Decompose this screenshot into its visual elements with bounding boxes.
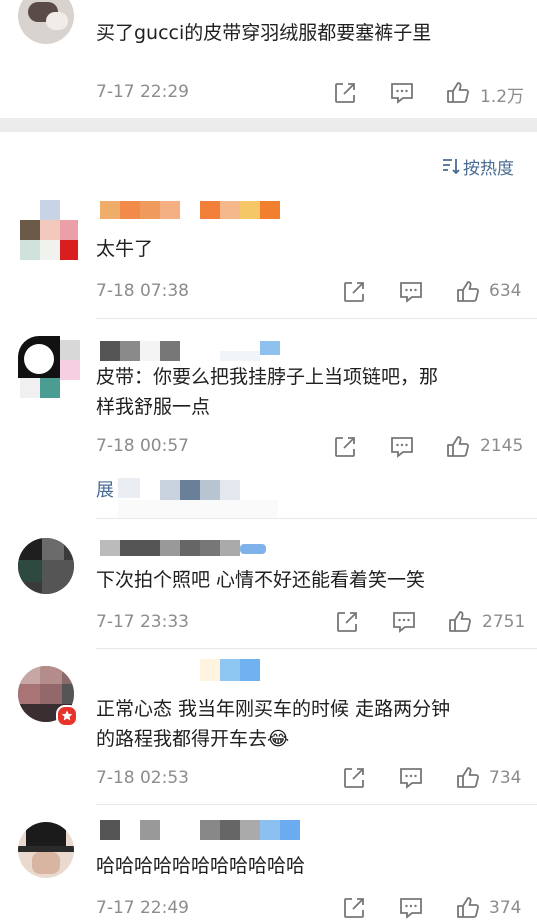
avatar[interactable] — [18, 0, 74, 44]
comment-text-line2: 的路程我都得开车去😂 — [96, 728, 290, 750]
comment-text: 哈哈哈哈哈哈哈哈哈哈哈 — [96, 855, 306, 877]
share-icon[interactable] — [341, 279, 367, 305]
divider — [96, 318, 537, 319]
share-icon[interactable] — [334, 609, 360, 635]
like-count: 374 — [489, 898, 522, 918]
share-icon[interactable] — [341, 895, 367, 921]
expand-replies-obscured[interactable] — [118, 474, 278, 518]
comment-text: 下次拍个照吧 心情不好还能看着笑一笑 — [96, 569, 426, 591]
share-icon[interactable] — [341, 765, 367, 791]
avatar[interactable] — [18, 538, 74, 594]
comment-text-line1: 皮带：你要么把我挂脖子上当项链吧，那 — [96, 366, 439, 388]
like-count: 2145 — [480, 436, 524, 456]
thumbs-up-icon[interactable] — [445, 434, 471, 460]
comment-icon[interactable] — [398, 895, 424, 921]
comment-text-line1: 正常心态 我当年刚买车的时候 走路两分钟 — [96, 698, 451, 720]
comment-text-line2: 样我舒服一点 — [96, 396, 211, 418]
username-obscured[interactable] — [100, 820, 300, 840]
section-divider — [0, 118, 537, 132]
like-count: 634 — [489, 281, 522, 301]
username-obscured[interactable] — [200, 659, 262, 681]
divider — [96, 648, 537, 649]
like-count: 1.2万 — [480, 87, 525, 107]
like-count: 2751 — [482, 612, 526, 632]
username-obscured[interactable] — [100, 341, 284, 361]
thumbs-up-icon[interactable] — [455, 279, 481, 305]
sort-icon[interactable] — [441, 156, 461, 176]
comment-icon[interactable] — [398, 279, 424, 305]
comment-icon[interactable] — [389, 80, 415, 106]
avatar[interactable] — [20, 200, 78, 260]
comment-time: 7-17 23:33 — [96, 612, 189, 632]
share-icon[interactable] — [332, 434, 358, 460]
thumbs-up-icon[interactable] — [447, 609, 473, 635]
divider — [96, 804, 537, 805]
thumbs-up-icon[interactable] — [455, 895, 481, 921]
sort-by-hot[interactable]: 按热度 — [463, 154, 514, 179]
share-icon[interactable] — [332, 80, 358, 106]
thumbs-up-icon[interactable] — [445, 80, 471, 106]
comment-icon[interactable] — [391, 609, 417, 635]
expand-replies-link[interactable]: 展 — [96, 476, 114, 502]
comment-text: 太牛了 — [96, 238, 154, 260]
comment-text: 买了gucci的皮带穿羽绒服都要塞裤子里 — [96, 22, 432, 44]
avatar[interactable] — [18, 822, 74, 878]
comment-time: 7-17 22:49 — [96, 898, 189, 918]
comment-time: 7-18 07:38 — [96, 281, 189, 301]
comment-icon[interactable] — [389, 434, 415, 460]
comment-icon[interactable] — [398, 765, 424, 791]
divider — [96, 518, 537, 519]
username-obscured[interactable] — [100, 540, 270, 556]
like-count: 734 — [489, 768, 522, 788]
comment-time: 7-18 00:57 — [96, 436, 189, 456]
avatar[interactable] — [18, 336, 80, 400]
verified-badge-icon — [56, 705, 78, 727]
comment-time: 7-17 22:29 — [96, 82, 189, 102]
thumbs-up-icon[interactable] — [455, 765, 481, 791]
username-obscured[interactable] — [100, 201, 282, 219]
comment-time: 7-18 02:53 — [96, 768, 189, 788]
